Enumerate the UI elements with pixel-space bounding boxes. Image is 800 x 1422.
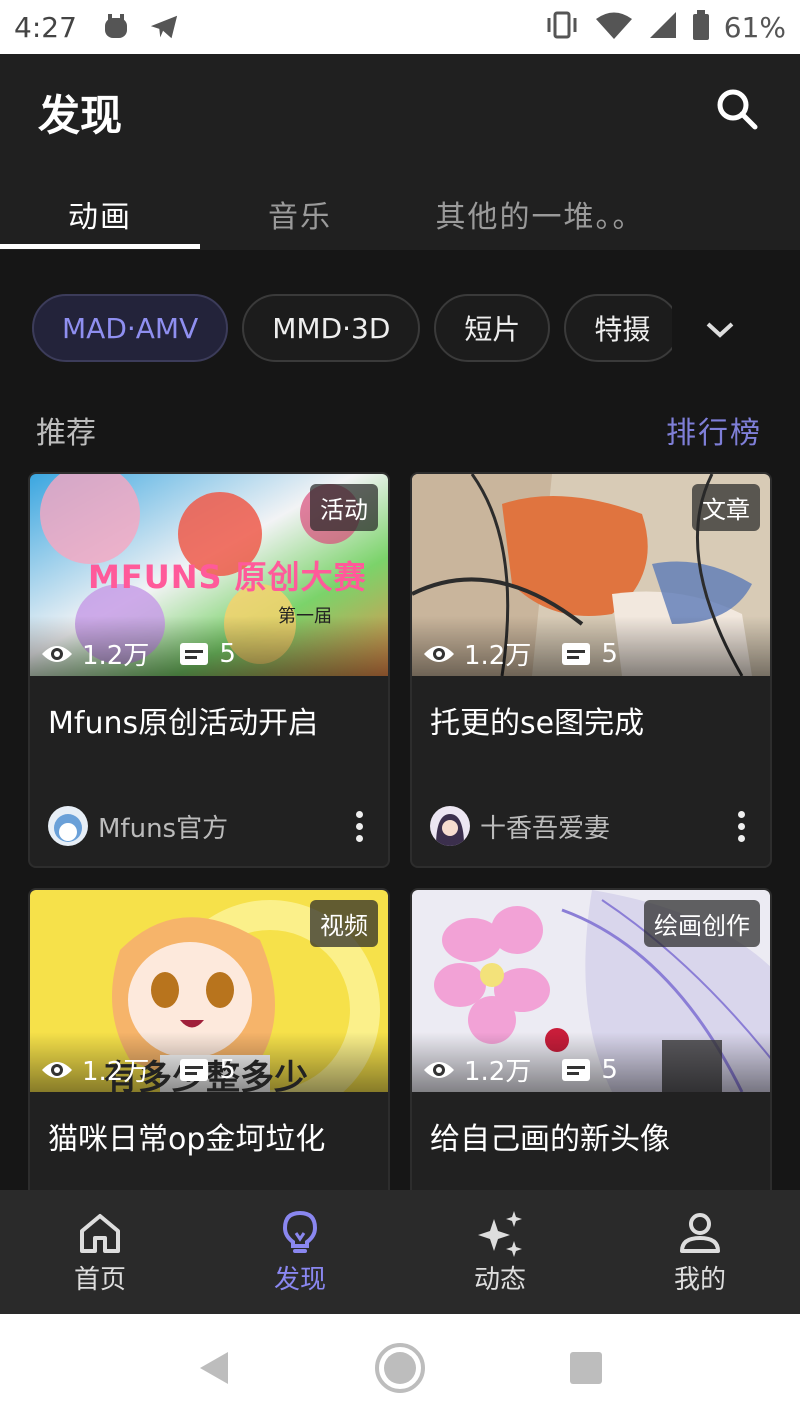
bottom-navigation: 首页 发现 动态 我的: [0, 1190, 800, 1314]
post-card[interactable]: 有多少整多少 视频 1.2万 5 猫咪日常op金坷垃化: [28, 888, 390, 1190]
system-navigation-bar: [0, 1314, 800, 1422]
eye-icon: [40, 637, 74, 671]
wifi-icon: [594, 10, 634, 44]
discover-content[interactable]: MAD·AMV MMD·3D 短片 特摄 推荐 排行榜 MFUNS 原创大赛 第…: [0, 250, 800, 1190]
thumbnail-caption: MFUNS 原创大赛: [88, 558, 367, 596]
home-icon: [76, 1209, 124, 1257]
post-type-badge: 视频: [310, 900, 378, 947]
thumbnail-subcaption: 第一届: [278, 606, 332, 627]
eye-icon: [40, 1053, 74, 1087]
notification-app-icon: [101, 12, 131, 42]
post-footer: Mfuns官方: [48, 804, 374, 848]
chip-mad-amv[interactable]: MAD·AMV: [32, 294, 229, 362]
tab-others[interactable]: 其他的一堆。。: [400, 178, 680, 250]
recents-square-icon: [570, 1352, 602, 1384]
home-system-button[interactable]: [372, 1340, 428, 1396]
post-title: 猫咪日常op金坷垃化: [48, 1122, 326, 1157]
home-circle-icon: [375, 1343, 425, 1393]
comment-icon: [559, 1053, 593, 1087]
status-time: 4:27: [14, 10, 77, 44]
nav-label: 动态: [473, 1264, 526, 1295]
recents-button[interactable]: [558, 1340, 614, 1396]
post-card[interactable]: MFUNS 原创大赛 第一届 活动 1.2万 5 Mfuns原创活动开启 Mfu…: [28, 472, 390, 868]
nav-discover[interactable]: 发现: [200, 1190, 400, 1314]
more-options-button[interactable]: [344, 806, 374, 846]
post-thumbnail: 有多少整多少 视频 1.2万 5: [30, 890, 388, 1092]
nav-label: 发现: [273, 1264, 326, 1295]
expand-chips-button[interactable]: [696, 308, 744, 352]
chip-tokusatsu[interactable]: 特摄: [564, 294, 672, 362]
post-thumbnail: 绘画创作 1.2万 5: [412, 890, 770, 1092]
page-title: 发现: [38, 91, 123, 140]
view-count: 1.2万: [464, 1057, 532, 1087]
nav-label: 我的: [673, 1264, 726, 1295]
subcategory-chips: MAD·AMV MMD·3D 短片 特摄: [32, 294, 672, 364]
post-stats: 1.2万 5: [40, 1051, 236, 1088]
nav-activity[interactable]: 动态: [400, 1190, 600, 1314]
view-count: 1.2万: [82, 641, 150, 671]
vibrate-icon: [544, 10, 580, 44]
comment-icon: [559, 637, 593, 671]
post-type-badge: 绘画创作: [644, 900, 760, 947]
lightbulb-icon: [276, 1209, 324, 1257]
more-options-button[interactable]: [726, 806, 756, 846]
search-icon: [717, 89, 758, 130]
post-footer: 十香吾爱妻: [430, 804, 756, 848]
comment-icon: [177, 1053, 211, 1087]
telegram-icon: [149, 12, 179, 42]
search-button[interactable]: [712, 84, 762, 134]
view-count: 1.2万: [82, 1057, 150, 1087]
post-card[interactable]: 文章 1.2万 5 托更的se图完成 十香吾爱妻: [410, 472, 772, 868]
nav-me[interactable]: 我的: [600, 1190, 800, 1314]
nav-home[interactable]: 首页: [0, 1190, 200, 1314]
eye-icon: [422, 1053, 456, 1087]
chip-mmd-3d[interactable]: MMD·3D: [242, 294, 421, 362]
ranking-link[interactable]: 排行榜: [666, 408, 762, 452]
section-title: 推荐: [36, 416, 96, 451]
eye-icon: [422, 637, 456, 671]
comment-count: 5: [601, 1054, 618, 1085]
avatar[interactable]: [48, 806, 88, 846]
comment-count: 5: [219, 638, 236, 669]
author-name[interactable]: Mfuns官方: [98, 808, 228, 845]
back-triangle-icon: [200, 1352, 228, 1384]
post-title: 给自己画的新头像: [430, 1122, 670, 1157]
tab-music[interactable]: 音乐: [200, 178, 400, 250]
post-title: Mfuns原创活动开启: [48, 706, 319, 741]
chevron-down-icon: [706, 322, 734, 338]
battery-icon: [692, 10, 710, 44]
avatar[interactable]: [430, 806, 470, 846]
app-header: 发现 动画 音乐 其他的一堆。。: [0, 54, 800, 250]
nav-label: 首页: [73, 1264, 126, 1295]
author-name[interactable]: 十香吾爱妻: [480, 808, 610, 845]
battery-percent: 61%: [723, 10, 786, 44]
post-type-badge: 文章: [692, 484, 760, 531]
post-card[interactable]: 绘画创作 1.2万 5 给自己画的新头像: [410, 888, 772, 1190]
view-count: 1.2万: [464, 641, 532, 671]
comment-count: 5: [219, 1054, 236, 1085]
signal-icon: [648, 10, 678, 44]
post-title: 托更的se图完成: [430, 706, 645, 741]
comment-icon: [177, 637, 211, 671]
post-thumbnail: MFUNS 原创大赛 第一届 活动 1.2万 5: [30, 474, 388, 676]
tab-indicator: [0, 244, 200, 249]
post-thumbnail: 文章 1.2万 5: [412, 474, 770, 676]
post-stats: 1.2万 5: [40, 635, 236, 672]
sparkles-icon: [476, 1209, 524, 1257]
category-tabs: 动画 音乐 其他的一堆。。: [0, 178, 800, 250]
comment-count: 5: [601, 638, 618, 669]
status-bar: 4:27 61%: [0, 0, 800, 54]
post-stats: 1.2万 5: [422, 1051, 618, 1088]
back-button[interactable]: [186, 1340, 242, 1396]
post-type-badge: 活动: [310, 484, 378, 531]
post-stats: 1.2万 5: [422, 635, 618, 672]
chip-short-film[interactable]: 短片: [434, 294, 551, 362]
person-icon: [676, 1209, 724, 1257]
tab-anime[interactable]: 动画: [0, 178, 200, 250]
